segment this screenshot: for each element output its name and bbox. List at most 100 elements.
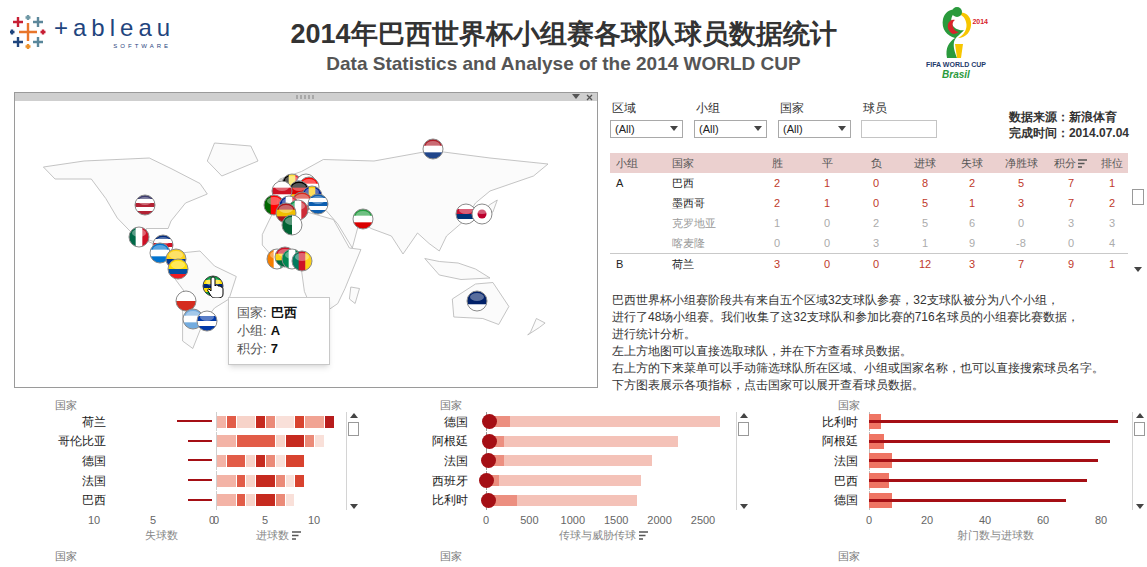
team-flag[interactable]	[167, 258, 189, 280]
scroll-up-icon[interactable]	[740, 412, 748, 418]
team-flag[interactable]	[352, 208, 374, 230]
goal-segment[interactable]	[246, 494, 256, 506]
table-row[interactable]: 墨西哥21051372	[610, 193, 1128, 213]
dropdown-arrow-icon[interactable]	[754, 126, 762, 132]
table-row[interactable]: B荷兰300123791	[610, 254, 1128, 274]
goal-segment[interactable]	[305, 416, 325, 428]
column-header[interactable]: 国家	[666, 155, 750, 172]
goal-segment[interactable]	[256, 455, 266, 467]
country-label[interactable]: 阿根廷	[400, 433, 472, 449]
shots-line[interactable]	[869, 499, 1066, 502]
flag-icon[interactable]	[307, 193, 329, 215]
flag-icon[interactable]	[291, 250, 313, 272]
goal-segment[interactable]	[266, 416, 276, 428]
world-map[interactable]: 国家:巴西小组:A积分:7	[15, 101, 597, 387]
table-scrollbar[interactable]	[1130, 153, 1146, 275]
chart-scrollbar[interactable]	[1132, 412, 1146, 510]
table-row[interactable]: 喀麦隆00319-804	[610, 233, 1128, 253]
dropdown-icon[interactable]	[572, 94, 580, 100]
chart-row[interactable]: 西班牙	[400, 471, 735, 490]
shots-line[interactable]	[869, 459, 1098, 462]
scroll-down-icon[interactable]	[350, 504, 358, 510]
goal-segment[interactable]	[246, 455, 256, 467]
team-flag[interactable]	[307, 193, 329, 215]
scroll-up-icon[interactable]	[350, 412, 358, 418]
column-header[interactable]: 进球	[902, 155, 948, 172]
country-label[interactable]: 西班牙	[400, 473, 472, 489]
flag-icon[interactable]	[196, 310, 218, 332]
country-label[interactable]: 德国	[14, 453, 110, 469]
scroll-thumb[interactable]	[738, 422, 749, 436]
team-flag[interactable]	[291, 250, 313, 272]
goal-segment[interactable]	[237, 475, 247, 487]
chart-row[interactable]: 巴西	[14, 491, 342, 510]
goal-segment[interactable]	[286, 475, 296, 487]
shots-line[interactable]	[869, 420, 1118, 423]
sort-icon[interactable]	[292, 531, 302, 540]
column-header[interactable]: 失球	[948, 155, 996, 172]
country-label[interactable]: 哥伦比亚	[14, 433, 110, 449]
flag-icon[interactable]	[466, 290, 488, 312]
panel-titlebar[interactable]	[15, 93, 597, 101]
column-header[interactable]: 积分	[1046, 155, 1096, 172]
country-label[interactable]: 法国	[790, 453, 862, 469]
team-flag[interactable]	[134, 194, 156, 216]
chart-row[interactable]: 德国	[14, 451, 342, 470]
goal-segment[interactable]	[276, 494, 286, 506]
goal-segment[interactable]	[315, 435, 325, 447]
country-label[interactable]: 比利时	[400, 492, 472, 508]
close-icon[interactable]	[586, 94, 593, 101]
column-header[interactable]: 胜	[750, 155, 804, 172]
threat-pass-dot[interactable]	[481, 493, 496, 508]
chart-row[interactable]: 比利时	[790, 412, 1128, 431]
goal-segment[interactable]	[217, 455, 227, 467]
chart-row[interactable]: 荷兰	[14, 412, 342, 431]
table-row[interactable]: 克罗地亚10256033	[610, 213, 1128, 233]
column-header[interactable]: 净胜球	[996, 155, 1046, 172]
table-row[interactable]: A巴西21082571	[610, 173, 1128, 193]
scroll-down-icon[interactable]	[740, 504, 748, 510]
chart-row[interactable]: 巴西	[790, 471, 1128, 490]
scroll-thumb[interactable]	[1134, 422, 1145, 436]
pass-segment[interactable]	[504, 455, 652, 466]
scroll-down-icon[interactable]	[1136, 504, 1144, 510]
goal-segment[interactable]	[276, 435, 286, 447]
filter-dropdown[interactable]: (All)	[778, 120, 851, 138]
flag-icon[interactable]	[352, 208, 374, 230]
passes-bar[interactable]	[486, 455, 652, 466]
goal-segment[interactable]	[276, 416, 296, 428]
chart-row[interactable]: 比利时	[400, 491, 735, 510]
shots-line[interactable]	[869, 440, 1110, 443]
country-label[interactable]: 巴西	[14, 492, 110, 508]
goal-segment[interactable]	[237, 416, 257, 428]
goal-segment[interactable]	[217, 475, 237, 487]
goal-segment[interactable]	[286, 455, 306, 467]
flag-icon[interactable]	[134, 194, 156, 216]
goal-segment[interactable]	[217, 494, 237, 506]
flag-icon[interactable]	[471, 203, 493, 225]
goal-segment[interactable]	[266, 455, 276, 467]
column-header[interactable]: 平	[804, 155, 850, 172]
dropdown-arrow-icon[interactable]	[670, 126, 678, 132]
flag-icon[interactable]	[128, 226, 150, 248]
passes-bar[interactable]	[486, 436, 678, 447]
chart-row[interactable]: 法国	[790, 451, 1128, 470]
goal-segment[interactable]	[256, 475, 276, 487]
player-search[interactable]	[861, 120, 937, 138]
goal-segment[interactable]	[325, 416, 335, 428]
goal-segment[interactable]	[286, 494, 296, 506]
chart-row[interactable]: 德国	[790, 491, 1128, 510]
goal-segment[interactable]	[276, 455, 286, 467]
country-label[interactable]: 巴西	[790, 473, 862, 489]
country-label[interactable]: 阿根廷	[790, 433, 862, 449]
goal-segment[interactable]	[217, 435, 237, 447]
chart-row[interactable]: 法国	[400, 451, 735, 470]
country-label[interactable]: 法国	[14, 473, 110, 489]
threat-pass-dot[interactable]	[479, 473, 494, 488]
scroll-thumb[interactable]	[1132, 189, 1144, 205]
chart-row[interactable]: 法国	[14, 471, 342, 490]
dropdown-arrow-icon[interactable]	[838, 126, 846, 132]
flag-icon[interactable]	[281, 214, 303, 236]
goal-segment[interactable]	[276, 475, 286, 487]
passes-bar[interactable]	[486, 475, 641, 486]
